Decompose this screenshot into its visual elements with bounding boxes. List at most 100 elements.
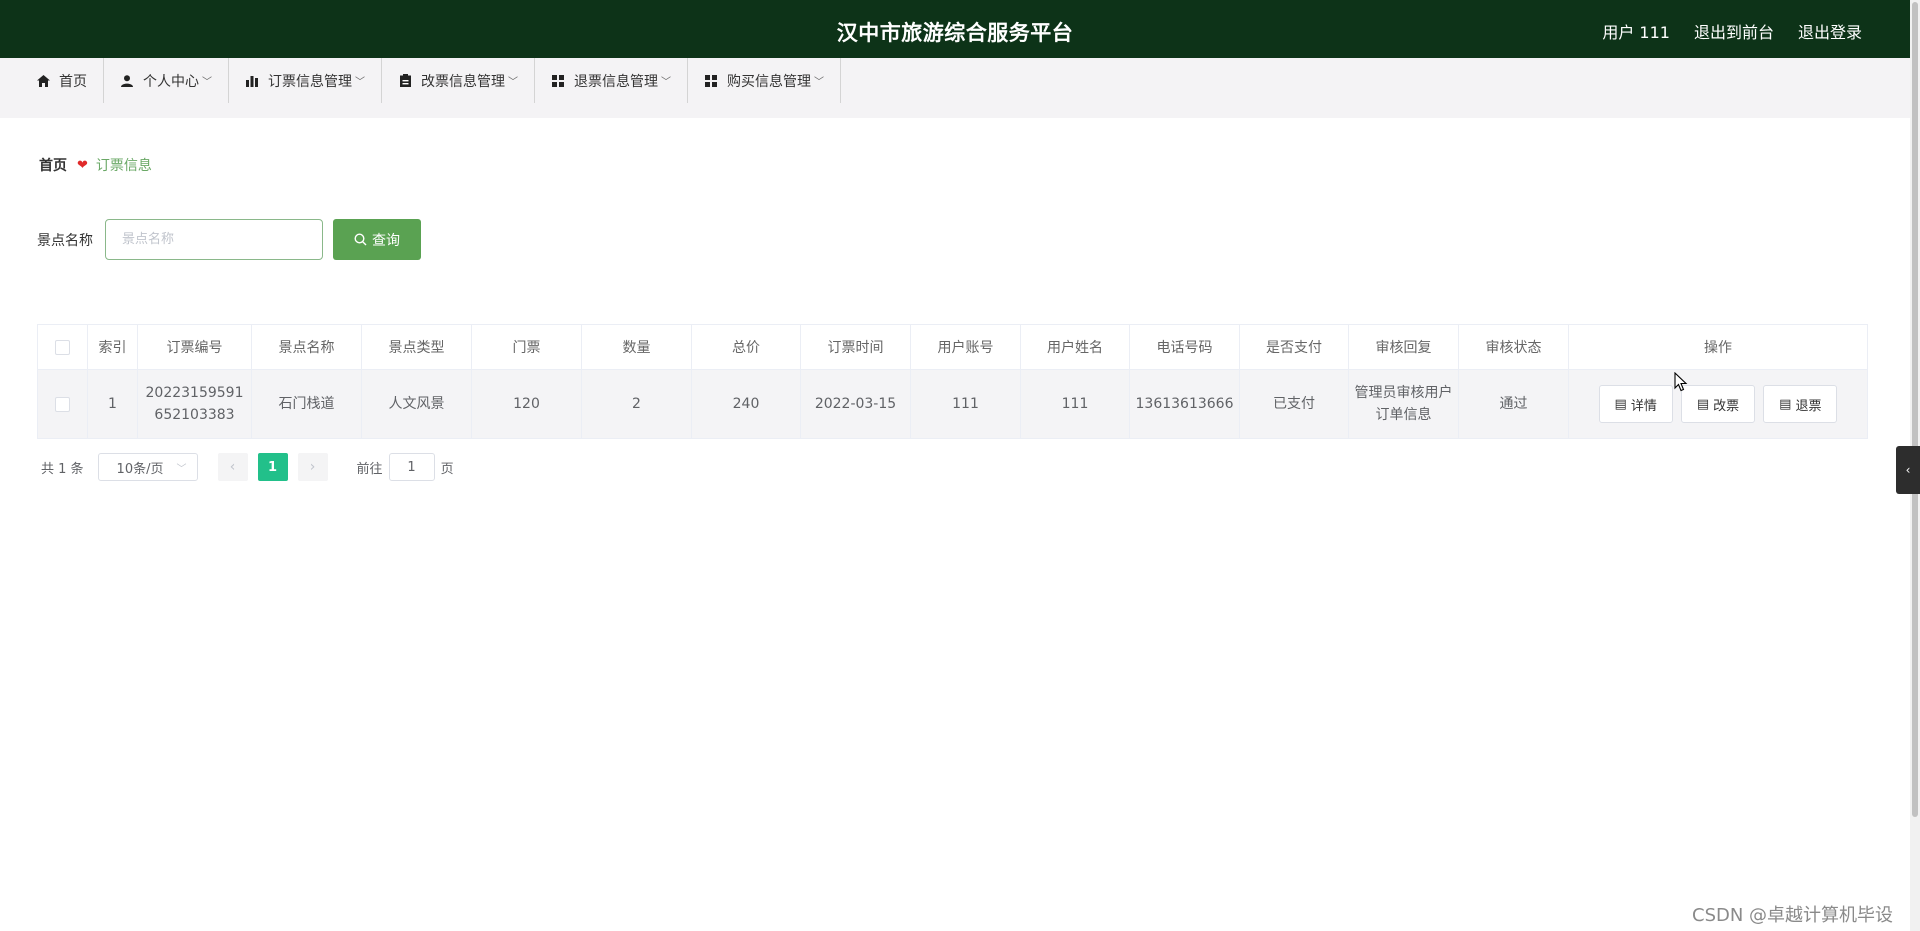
user-label: 用户 111 xyxy=(1602,23,1670,42)
watermark: CSDN @卓越计算机毕设 xyxy=(1692,905,1894,926)
chevron-down-icon: ﹀ xyxy=(176,463,187,475)
nav-item-purchase-management[interactable]: 购买信息管理 ﹀ xyxy=(688,58,841,103)
cell-total: 240 xyxy=(691,369,801,439)
booking-table: 索引 订票编号 景点名称 景点类型 门票 数量 总价 订票时间 用户账号 用户姓… xyxy=(37,324,1868,439)
nav-item-home[interactable]: 首页 xyxy=(20,58,104,103)
bar-chart-icon xyxy=(245,75,259,87)
change-ticket-button[interactable]: ▤ 改票 xyxy=(1680,385,1756,423)
chevron-down-icon: ﹀ xyxy=(355,77,365,88)
row-actions: ▤ 详情 ▤ 改票 ▤ 退票 xyxy=(1573,385,1863,423)
pagination: 共 1 条 10条/页 ﹀ ‹ 1 › 前往 页 xyxy=(41,453,454,481)
nav-item-label: 首页 xyxy=(59,73,87,90)
chevron-left-icon: ‹ xyxy=(229,459,236,475)
nav-item-label: 改票信息管理 xyxy=(421,73,505,90)
document-icon: ▤ xyxy=(1696,396,1710,412)
goto-page-input[interactable] xyxy=(388,453,435,481)
select-all-checkbox[interactable] xyxy=(55,339,70,355)
cell-review-status: 通过 xyxy=(1458,369,1569,439)
page-size-select[interactable]: 10条/页 ﹀ xyxy=(97,453,198,481)
cell-ticket: 120 xyxy=(471,369,582,439)
page-number[interactable]: 1 xyxy=(257,453,288,481)
column-header: 门票 xyxy=(471,324,582,370)
column-header: 审核状态 xyxy=(1458,324,1569,370)
chevron-down-icon: ﹀ xyxy=(814,77,824,88)
column-header: 审核回复 xyxy=(1348,324,1459,370)
logout-link[interactable]: 退出登录 xyxy=(1798,19,1862,43)
chevron-left-icon: ‹ xyxy=(1905,463,1911,477)
cell-index: 1 xyxy=(87,369,138,439)
cell-spot-type: 人文风景 xyxy=(361,369,472,439)
chevron-down-icon: ﹀ xyxy=(661,77,671,88)
nav-item-label: 购买信息管理 xyxy=(727,73,811,90)
clipboard-icon xyxy=(398,74,412,87)
goto-suffix: 页 xyxy=(440,461,454,477)
chevron-down-icon: ﹀ xyxy=(508,77,518,88)
cell-account: 111 xyxy=(910,369,1021,439)
refund-button-label: 退票 xyxy=(1795,398,1822,414)
table-row: 1 20223159591652103383 石门栈道 人文风景 120 2 2… xyxy=(37,369,1868,439)
cell-paid: 已支付 xyxy=(1239,369,1349,439)
cell-review-reply: 管理员审核用户订单信息 xyxy=(1348,369,1459,439)
scrollbar-thumb[interactable] xyxy=(1912,2,1918,817)
nav-item-label: 退票信息管理 xyxy=(574,73,658,90)
column-header: 操作 xyxy=(1568,324,1868,370)
nav-item-label: 个人中心 xyxy=(143,73,199,90)
column-header: 用户姓名 xyxy=(1020,324,1130,370)
column-header: 景点类型 xyxy=(361,324,472,370)
change-button-label: 改票 xyxy=(1713,398,1740,414)
refund-button[interactable]: ▤ 退票 xyxy=(1763,385,1838,423)
search-button[interactable]: 查询 xyxy=(333,219,421,260)
total-count: 共 1 条 xyxy=(41,461,84,477)
breadcrumb-home[interactable]: 首页 xyxy=(39,155,67,175)
header-actions: 用户 111 退出到前台 退出登录 xyxy=(1602,19,1862,43)
cell-phone: 13613613666 xyxy=(1129,369,1240,439)
breadcrumb-current: 订票信息 xyxy=(95,158,152,174)
nav-item-refund-management[interactable]: 退票信息管理 ﹀ xyxy=(535,58,688,103)
nav-item-label: 订票信息管理 xyxy=(268,73,352,90)
document-icon: ▤ xyxy=(1779,396,1792,412)
detail-button-label: 详情 xyxy=(1630,398,1657,414)
cell-order-no: 20223159591652103383 xyxy=(137,369,252,439)
nav-bar: 首页 个人中心 ﹀ 订票信息管理 ﹀ 改票信息管理 ﹀ 退票信息管理 ﹀ 购买信… xyxy=(0,58,1910,118)
column-header: 数量 xyxy=(581,324,692,370)
row-checkbox[interactable] xyxy=(55,396,70,412)
table-header-row: 索引 订票编号 景点名称 景点类型 门票 数量 总价 订票时间 用户账号 用户姓… xyxy=(37,324,1868,370)
front-page-link[interactable]: 退出到前台 xyxy=(1694,19,1774,43)
column-header: 索引 xyxy=(87,324,138,370)
search-input[interactable] xyxy=(105,219,323,260)
chevron-right-icon: › xyxy=(309,459,316,475)
column-header: 总价 xyxy=(691,324,801,370)
cell-quantity: 2 xyxy=(581,369,692,439)
detail-button[interactable]: ▤ 详情 xyxy=(1598,385,1673,423)
cell-order-time: 2022-03-15 xyxy=(800,369,911,439)
top-header: 汉中市旅游综合服务平台 用户 111 退出到前台 退出登录 xyxy=(0,0,1910,58)
row-select-cell xyxy=(37,369,88,439)
grid-icon xyxy=(704,74,718,87)
select-all-cell xyxy=(37,324,88,370)
column-header: 用户账号 xyxy=(910,324,1021,370)
heart-icon: ❤ xyxy=(77,157,88,173)
search-icon xyxy=(354,233,367,246)
nav-item-change-management[interactable]: 改票信息管理 ﹀ xyxy=(382,58,535,103)
page-size-value: 10条/页 xyxy=(116,461,164,477)
cell-spot-name: 石门栈道 xyxy=(251,369,362,439)
side-panel-toggle[interactable]: ‹ xyxy=(1896,446,1920,494)
search-label: 景点名称 xyxy=(37,233,93,249)
user-icon xyxy=(120,74,134,87)
cell-name: 111 xyxy=(1020,369,1130,439)
nav-item-booking-management[interactable]: 订票信息管理 ﹀ xyxy=(229,58,382,103)
goto-prefix: 前往 xyxy=(356,461,383,477)
nav-list: 首页 个人中心 ﹀ 订票信息管理 ﹀ 改票信息管理 ﹀ 退票信息管理 ﹀ 购买信… xyxy=(20,58,841,103)
prev-page-button[interactable]: ‹ xyxy=(217,453,248,481)
breadcrumb: 首页 ❤ 订票信息 xyxy=(39,155,152,175)
next-page-button[interactable]: › xyxy=(297,453,328,481)
column-header: 景点名称 xyxy=(251,324,362,370)
cell-actions: ▤ 详情 ▤ 改票 ▤ 退票 xyxy=(1568,369,1868,439)
column-header: 订票编号 xyxy=(137,324,252,370)
chevron-down-icon: ﹀ xyxy=(202,77,212,88)
column-header: 是否支付 xyxy=(1239,324,1349,370)
document-icon: ▤ xyxy=(1614,396,1627,412)
column-header: 电话号码 xyxy=(1129,324,1240,370)
nav-item-personal-center[interactable]: 个人中心 ﹀ xyxy=(104,58,229,103)
search-button-label: 查询 xyxy=(372,232,400,249)
